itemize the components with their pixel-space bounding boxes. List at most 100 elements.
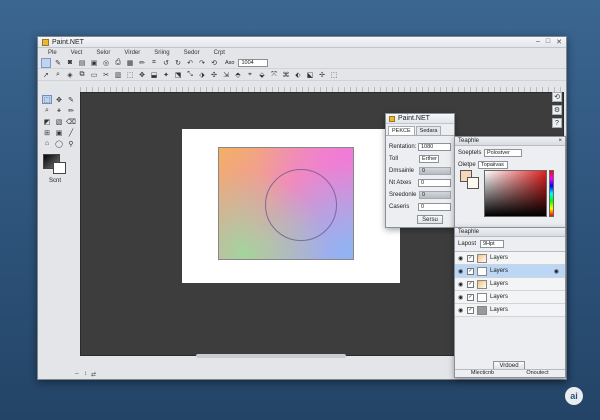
document-icon[interactable]: ▤ <box>77 58 87 68</box>
menu-item-1[interactable]: Ple <box>48 50 57 56</box>
tool19-icon[interactable]: ✢ <box>317 70 327 80</box>
menu-item-7[interactable]: Crpt <box>214 50 225 56</box>
bucket-icon[interactable]: ◩ <box>42 117 52 126</box>
tool3-icon[interactable]: ⬚ <box>125 70 135 80</box>
arrow-icon[interactable]: ➚ <box>41 70 51 80</box>
caseris-input[interactable]: 0 <box>418 203 451 211</box>
settings-icon[interactable]: ⚙ <box>552 105 562 115</box>
tool7-icon[interactable]: ⬔ <box>173 70 183 80</box>
rotate-right-icon[interactable]: ↻ <box>173 58 183 68</box>
select-icon[interactable] <box>41 57 51 68</box>
secondary-color-swatch[interactable] <box>53 162 66 174</box>
layer-row[interactable]: ◉ ✓ Layers <box>455 278 565 291</box>
close-button[interactable]: ✕ <box>556 38 562 46</box>
shape-icon[interactable]: ⌂ <box>42 139 52 148</box>
tool11-icon[interactable]: ⇲ <box>221 70 231 80</box>
hue-slider[interactable] <box>549 170 554 217</box>
layers-icon[interactable]: ◈ <box>65 70 75 80</box>
layer-row[interactable]: ◉ ✓ Layers <box>455 252 565 265</box>
tool2-icon[interactable]: ▥ <box>113 70 123 80</box>
color-palette[interactable] <box>43 154 69 176</box>
menu-item-2[interactable]: Vect <box>71 50 83 56</box>
zoom-tool-icon[interactable]: ⌕ <box>42 106 52 115</box>
crop-icon[interactable]: ⌗ <box>149 58 159 68</box>
save-icon[interactable]: ▣ <box>89 58 99 68</box>
tool1-icon[interactable]: ✂ <box>101 70 111 80</box>
visibility-checkbox[interactable]: ✓ <box>467 306 474 314</box>
tool5-icon[interactable]: ⬓ <box>149 70 159 80</box>
help-icon[interactable]: ? <box>552 118 562 128</box>
visibility-checkbox[interactable]: ✓ <box>467 267 474 275</box>
dmsainle-slider[interactable]: 0 <box>419 167 451 175</box>
tool15-icon[interactable]: ⤧ <box>269 70 279 80</box>
close-icon[interactable]: × <box>558 138 562 144</box>
toll-input[interactable]: Erther <box>419 155 439 163</box>
eye-icon[interactable]: ◉ <box>458 294 464 301</box>
adjust-icon[interactable]: ◎ <box>101 58 111 68</box>
lasso-icon[interactable]: ✎ <box>66 95 76 104</box>
visibility-checkbox[interactable]: ✓ <box>467 254 474 262</box>
magic-wand-icon[interactable]: ⚹ <box>54 106 64 115</box>
history-icon[interactable]: ⟲ <box>552 92 562 102</box>
print-icon[interactable]: ⎙ <box>113 58 123 68</box>
image2-icon[interactable]: ▦ <box>125 58 135 68</box>
tool18-icon[interactable]: ⬕ <box>305 70 315 80</box>
redo-icon[interactable]: ↷ <box>197 58 207 68</box>
secondary-swatch[interactable] <box>467 177 479 189</box>
layers-footer-left[interactable]: Mlecticnb <box>455 370 510 377</box>
undo-icon[interactable]: ↶ <box>185 58 195 68</box>
atxes-input[interactable]: 0 <box>418 179 451 187</box>
dialog-ok-button[interactable]: Sersu <box>417 215 443 224</box>
sreedonle-slider[interactable]: 0 <box>419 191 451 199</box>
tool14-icon[interactable]: ⬙ <box>257 70 267 80</box>
eraser-icon[interactable]: ⌫ <box>66 117 76 126</box>
horizontal-scrollbar[interactable] <box>196 354 346 358</box>
tool9-icon[interactable]: ⬗ <box>197 70 207 80</box>
visibility-checkbox[interactable]: ✓ <box>467 293 474 301</box>
zoom-input[interactable]: 1004 <box>238 58 269 67</box>
rotate-left-icon[interactable]: ↺ <box>161 58 171 68</box>
move-icon[interactable]: ✥ <box>54 95 64 104</box>
pencil-icon[interactable]: ✏ <box>137 58 147 68</box>
image-icon[interactable]: ◙ <box>65 58 75 68</box>
tool20-icon[interactable]: ⬚ <box>329 70 339 80</box>
picker-icon[interactable]: ⚲ <box>66 139 76 148</box>
brush-tool-icon[interactable]: ✏ <box>66 106 76 115</box>
tool13-icon[interactable]: ⌖ <box>245 70 255 80</box>
colors-palette-select[interactable]: Topaiivas <box>478 161 508 169</box>
tool10-icon[interactable]: ✣ <box>209 70 219 80</box>
minimize-button[interactable]: – <box>536 38 540 46</box>
paste-icon[interactable]: ▭ <box>89 70 99 80</box>
brush-icon[interactable]: ✎ <box>53 58 63 68</box>
line-icon[interactable]: ╱ <box>66 128 76 137</box>
gradient-icon[interactable]: ▧ <box>54 117 64 126</box>
colors-mode-select[interactable]: Polostver <box>484 149 522 157</box>
clone-icon[interactable]: ▣ <box>54 128 64 137</box>
tool8-icon[interactable]: ⤡ <box>185 70 195 80</box>
maximize-button[interactable]: □ <box>546 38 550 46</box>
eye-icon[interactable]: ◉ <box>458 307 464 314</box>
zoom-icon[interactable]: ⌕ <box>53 70 63 80</box>
tool16-icon[interactable]: ⌘ <box>281 70 291 80</box>
menu-item-5[interactable]: Sriing <box>154 50 169 56</box>
tool4-icon[interactable]: ✥ <box>137 70 147 80</box>
menu-item-6[interactable]: Sedor <box>184 50 200 56</box>
layer-options-icon[interactable]: ◉ <box>554 268 559 275</box>
refresh-icon[interactable]: ⟲ <box>209 58 219 68</box>
visibility-checkbox[interactable]: ✓ <box>467 280 474 288</box>
layer-row[interactable]: ◉ ✓ Layers <box>455 304 565 317</box>
eye-icon[interactable]: ◉ <box>458 268 464 275</box>
copy-icon[interactable]: ⧉ <box>77 70 87 80</box>
layers-footer-right[interactable]: Onoutect <box>510 370 565 377</box>
tool17-icon[interactable]: ⬖ <box>293 70 303 80</box>
image-canvas[interactable] <box>182 129 400 283</box>
rentation-input[interactable]: 1080 <box>418 143 451 151</box>
ellipse-icon[interactable]: ◯ <box>54 139 64 148</box>
rect-select-icon[interactable]: ⬚ <box>42 95 52 104</box>
tab-secondary[interactable]: Sedara <box>415 126 442 135</box>
layer-row-selected[interactable]: ◉ ✓ Layers ◉ <box>455 265 565 278</box>
tool12-icon[interactable]: ⬘ <box>233 70 243 80</box>
layer-row[interactable]: ◉ ✓ Layers <box>455 291 565 304</box>
layers-filter-input[interactable]: 9Hpt <box>480 240 504 248</box>
menu-item-3[interactable]: Selor <box>96 50 110 56</box>
